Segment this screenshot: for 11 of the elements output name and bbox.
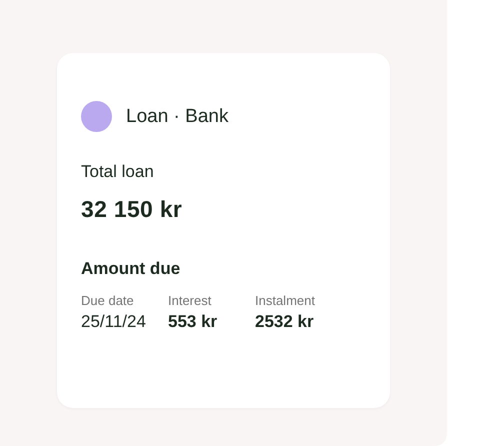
field-label: Interest bbox=[168, 293, 212, 308]
total-value: 32 150 kr bbox=[81, 196, 184, 223]
field-value: 25/11/24 bbox=[81, 312, 147, 332]
field-label: Instalment bbox=[255, 293, 316, 308]
total-label: Total loan bbox=[81, 162, 155, 182]
amount-due-heading: Amount due bbox=[81, 259, 182, 279]
avatar-icon bbox=[81, 101, 112, 132]
field-label: Due date bbox=[81, 293, 135, 308]
account-title: Loan · Bank bbox=[126, 106, 228, 128]
field-value: 2532 kr bbox=[255, 312, 315, 332]
field-value: 553 kr bbox=[168, 312, 218, 332]
